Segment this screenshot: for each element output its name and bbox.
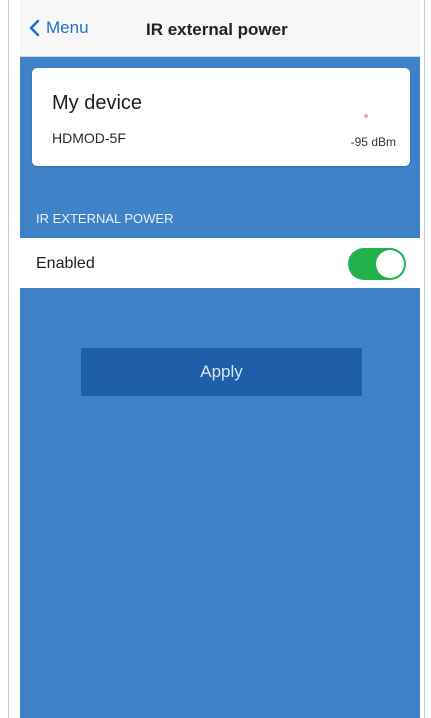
setting-label: Enabled xyxy=(36,255,95,272)
setting-row-enabled: Enabled xyxy=(20,238,420,288)
device-name: My device xyxy=(52,92,143,114)
app-screen: Menu IR external power My device HDMOD-5… xyxy=(20,0,420,718)
back-label: Menu xyxy=(46,18,89,37)
page-title: IR external power xyxy=(146,20,288,39)
nav-header: Menu IR external power xyxy=(20,0,420,57)
device-id: HDMOD-5F xyxy=(52,130,126,146)
enabled-toggle[interactable] xyxy=(348,248,406,280)
signal-indicator xyxy=(364,114,368,118)
frame-border-left xyxy=(8,0,9,718)
chevron-left-icon xyxy=(29,19,40,37)
back-button[interactable]: Menu xyxy=(28,16,89,40)
section-header: IR EXTERNAL POWER xyxy=(36,211,174,226)
signal-strength: -95 dBm xyxy=(350,135,396,149)
apply-button[interactable]: Apply xyxy=(81,348,362,396)
frame-border-right xyxy=(424,0,425,718)
toggle-knob xyxy=(376,250,404,278)
device-card[interactable]: My device HDMOD-5F -95 dBm xyxy=(32,68,410,166)
